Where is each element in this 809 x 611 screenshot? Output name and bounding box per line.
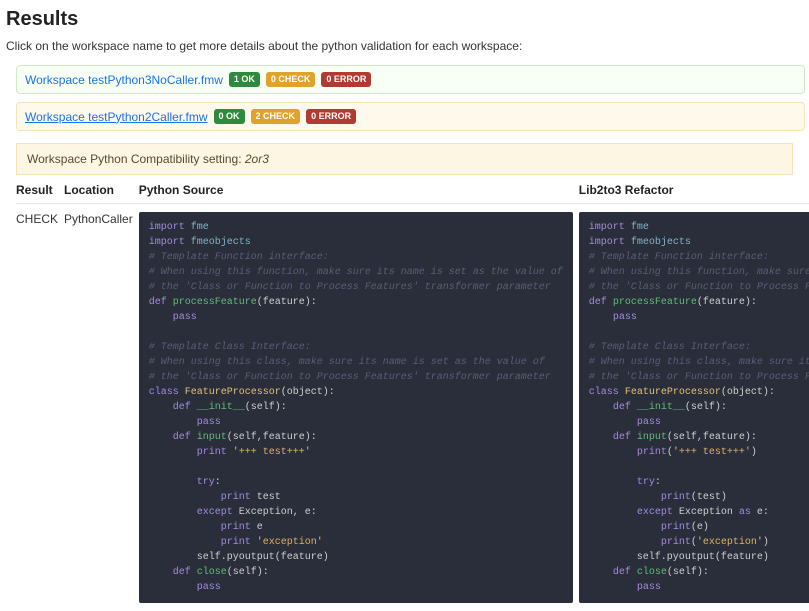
badge-error: 0 ERROR (321, 72, 371, 87)
code-box: import fme import fmeobjects # Template … (579, 212, 809, 603)
cell-location: PythonCaller (64, 204, 139, 611)
col-header-location: Location (64, 175, 139, 204)
badge-ok: 0 OK (214, 109, 245, 124)
workspace-link[interactable]: Workspace testPython3NoCaller.fmw (25, 73, 223, 87)
badge-check: 0 CHECK (266, 72, 316, 87)
badge-check: 2 CHECK (251, 109, 301, 124)
table-row: CHECKPythonCallerimport fme import fmeob… (16, 204, 809, 611)
badge-ok: 1 OK (229, 72, 260, 87)
compat-label: Workspace Python Compatibility setting: (27, 152, 245, 166)
cell-result: CHECK (16, 204, 64, 611)
page-title: Results (6, 8, 805, 31)
col-header-result: Result (16, 175, 64, 204)
workspace-link[interactable]: Workspace testPython2Caller.fmw (25, 110, 208, 124)
col-header-refactor: Lib2to3 Refactor (579, 175, 809, 204)
workspace-panel[interactable]: Workspace testPython3NoCaller.fmw 1 OK 0 C… (16, 65, 805, 94)
col-header-source: Python Source (139, 175, 579, 204)
cell-refactor: import fme import fmeobjects # Template … (579, 204, 809, 611)
code-box: import fme import fmeobjects # Template … (139, 212, 573, 603)
results-table: Result Location Python Source Lib2to3 Re… (16, 175, 809, 611)
compat-value: 2or3 (245, 152, 269, 166)
workspace-panel[interactable]: Workspace testPython2Caller.fmw 0 OK 2 CHE… (16, 102, 805, 131)
page-subtitle: Click on the workspace name to get more … (6, 39, 805, 53)
compat-bar: Workspace Python Compatibility setting: … (16, 143, 793, 175)
cell-source: import fme import fmeobjects # Template … (139, 204, 579, 611)
badge-error: 0 ERROR (306, 109, 356, 124)
